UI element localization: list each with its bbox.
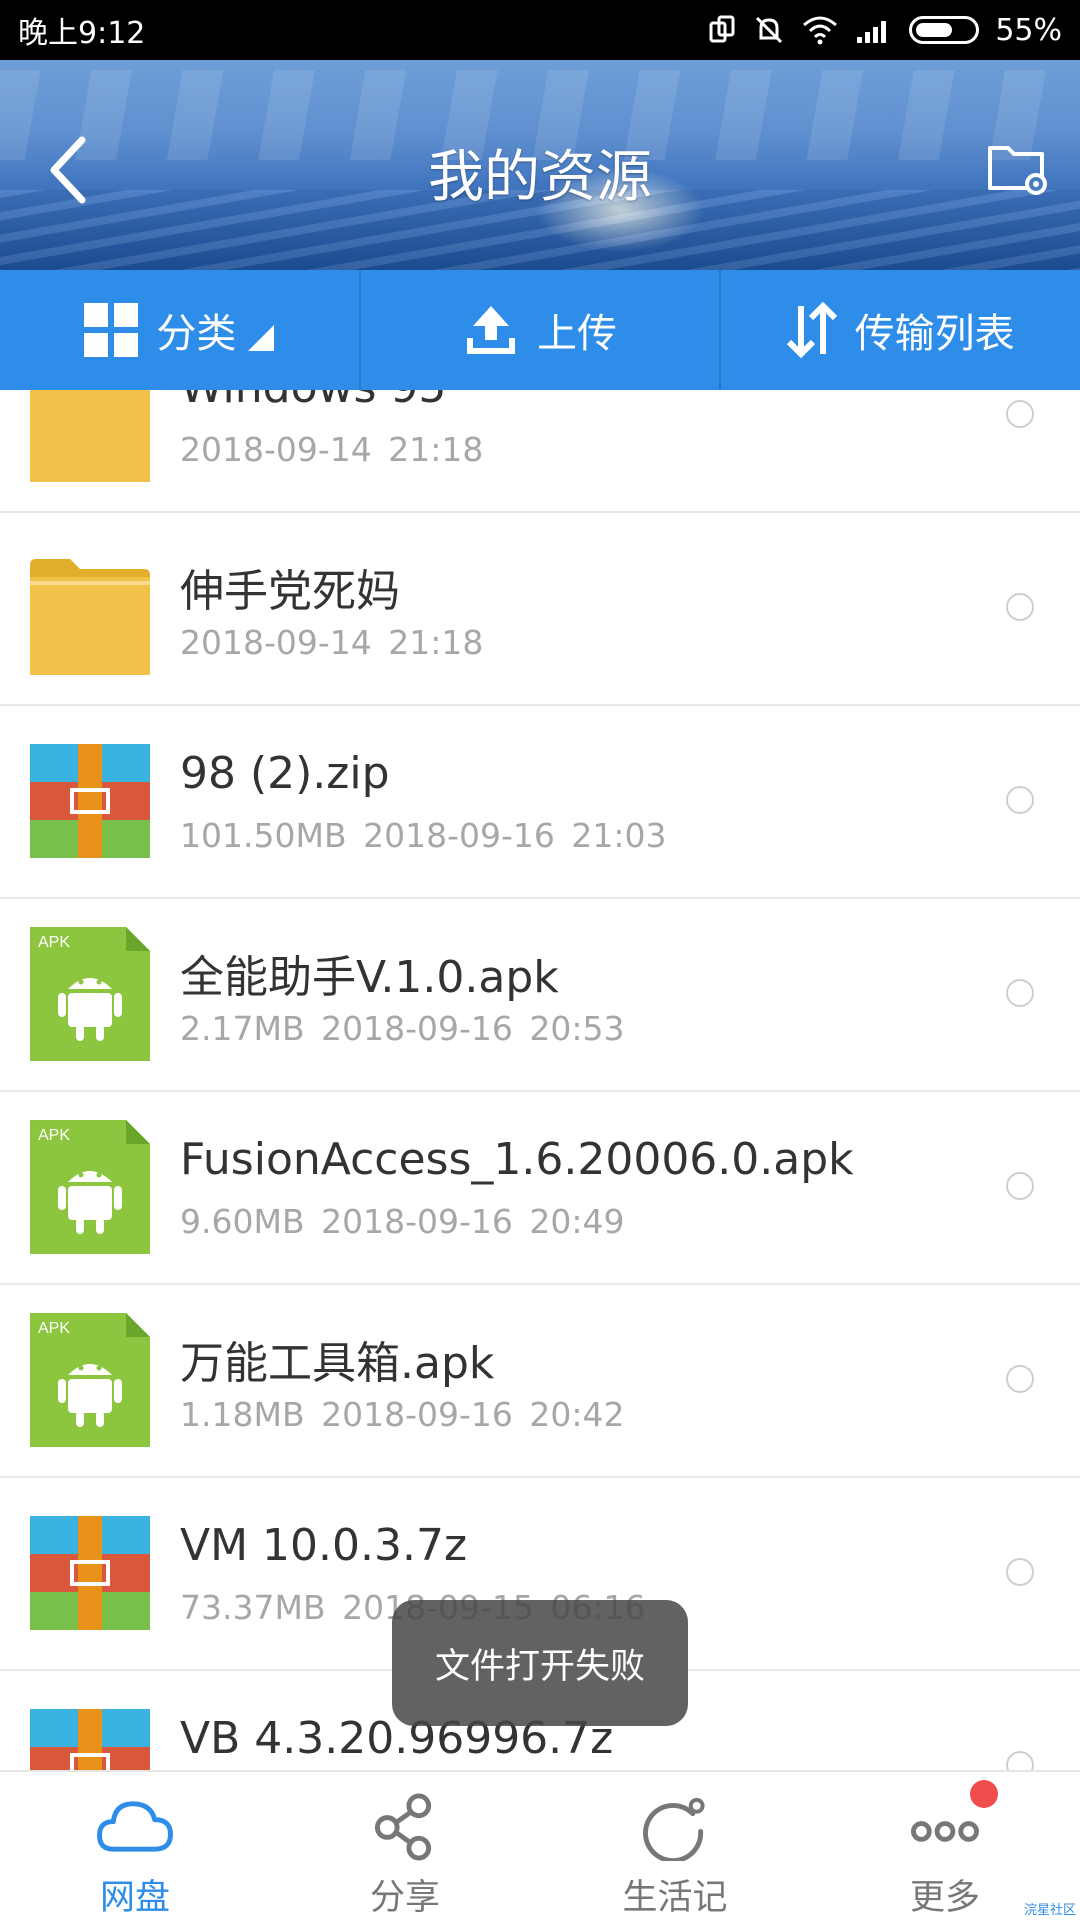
bottom-navigation: 网盘 分享 生活记 更多 浣星社区 bbox=[0, 1770, 1080, 1920]
dropdown-triangle-icon bbox=[248, 325, 275, 351]
grid-icon bbox=[84, 303, 139, 357]
list-item[interactable]: 伸手党死妈 2018-09-14 21:18 bbox=[0, 513, 1080, 706]
transfer-arrows-icon bbox=[786, 302, 837, 358]
file-meta: 2018-09-14 21:18 bbox=[180, 430, 484, 469]
file-list: Windows 95 2018-09-14 21:18 伸手党死妈 2018-0… bbox=[0, 390, 1080, 1770]
share-icon bbox=[374, 1793, 432, 1861]
select-radio[interactable] bbox=[1006, 593, 1034, 621]
apk-icon: APK bbox=[30, 1313, 150, 1447]
status-icons: 55% bbox=[707, 13, 1062, 48]
folder-icon bbox=[30, 559, 150, 675]
nav-label: 网盘 bbox=[99, 1878, 170, 1918]
file-name: 万能工具箱.apk bbox=[180, 1338, 495, 1389]
action-toolbar: 分类 上传 传输列表 bbox=[0, 270, 1080, 390]
folder-icon bbox=[30, 390, 150, 482]
apk-icon: APK bbox=[30, 1120, 150, 1254]
nav-label: 分享 bbox=[369, 1878, 440, 1918]
nav-item-share[interactable]: 分享 bbox=[270, 1772, 540, 1920]
list-item[interactable]: APK 全能助手V.1.0.apk 2.17MB 2018-09-16 20:5… bbox=[0, 899, 1080, 1092]
file-name: 98 (2).zip bbox=[180, 748, 390, 799]
nav-item-more[interactable]: 更多 bbox=[810, 1772, 1080, 1920]
file-name: FusionAccess_1.6.20006.0.apk bbox=[180, 1134, 854, 1185]
toast-message: 文件打开失败 bbox=[392, 1600, 688, 1726]
file-name: Windows 95 bbox=[180, 390, 446, 413]
wifi-icon bbox=[803, 16, 838, 45]
file-name: 伸手党死妈 bbox=[180, 566, 400, 617]
file-meta: 1.18MB 2018-09-16 20:42 bbox=[180, 1395, 625, 1434]
transfer-list-label: 传输列表 bbox=[854, 311, 1015, 357]
status-time: 晚上9:12 bbox=[18, 16, 146, 51]
nav-item-cloud-drive[interactable]: 网盘 bbox=[0, 1772, 270, 1920]
list-item[interactable]: 98 (2).zip 101.50MB 2018-09-16 21:03 bbox=[0, 706, 1080, 899]
header: 我的资源 bbox=[0, 60, 1080, 270]
battery-percentage: 55% bbox=[995, 12, 1062, 48]
select-radio[interactable] bbox=[1006, 1365, 1034, 1393]
file-name: 全能助手V.1.0.apk bbox=[180, 952, 559, 1003]
category-label: 分类 bbox=[156, 311, 237, 357]
file-meta: 2018-09-14 21:18 bbox=[180, 623, 484, 662]
file-name: VM 10.0.3.7z bbox=[180, 1520, 468, 1571]
archive-icon bbox=[30, 1709, 150, 1770]
mute-bell-icon bbox=[756, 16, 783, 44]
select-radio[interactable] bbox=[1006, 979, 1034, 1007]
nav-label: 生活记 bbox=[622, 1878, 728, 1918]
nav-label: 更多 bbox=[909, 1878, 980, 1918]
cloud-icon bbox=[97, 1801, 173, 1852]
transfer-list-button[interactable]: 传输列表 bbox=[721, 270, 1080, 390]
nav-item-life-record[interactable]: 生活记 bbox=[540, 1772, 810, 1920]
file-meta: 2.17MB 2018-09-16 20:53 bbox=[180, 1009, 625, 1048]
svg-text:APK: APK bbox=[38, 1320, 70, 1337]
svg-text:APK: APK bbox=[38, 934, 70, 951]
upload-label: 上传 bbox=[537, 311, 617, 357]
life-icon bbox=[643, 1797, 705, 1861]
watermark: 浣星社区 bbox=[1023, 1903, 1076, 1918]
folder-settings-icon[interactable] bbox=[986, 136, 1052, 200]
list-item[interactable]: Windows 95 2018-09-14 21:18 bbox=[0, 390, 1080, 513]
rotate-lock-icon bbox=[709, 15, 735, 43]
upload-icon bbox=[467, 306, 515, 354]
status-bar: 晚上9:12 55% bbox=[0, 0, 1080, 60]
list-item[interactable]: APK FusionAccess_1.6.20006.0.apk 9.60MB … bbox=[0, 1092, 1080, 1285]
file-meta: 101.50MB 2018-09-16 21:03 bbox=[180, 816, 667, 855]
page-title: 我的资源 bbox=[428, 145, 652, 210]
battery-icon bbox=[909, 16, 980, 44]
select-radio[interactable] bbox=[1006, 1558, 1034, 1586]
apk-icon: APK bbox=[30, 927, 150, 1061]
archive-icon bbox=[30, 1516, 150, 1630]
select-radio[interactable] bbox=[1006, 786, 1034, 814]
svg-text:APK: APK bbox=[38, 1127, 70, 1144]
archive-icon bbox=[30, 744, 150, 858]
signal-icon bbox=[857, 21, 887, 43]
file-meta: 9.60MB 2018-09-16 20:49 bbox=[180, 1202, 625, 1241]
select-radio[interactable] bbox=[1006, 1751, 1034, 1770]
notification-badge bbox=[970, 1780, 998, 1808]
list-item[interactable]: APK 万能工具箱.apk 1.18MB 2018-09-16 20:42 bbox=[0, 1285, 1080, 1478]
category-button[interactable]: 分类 bbox=[0, 270, 361, 390]
select-radio[interactable] bbox=[1006, 1172, 1034, 1200]
upload-button[interactable]: 上传 bbox=[361, 270, 722, 390]
select-radio[interactable] bbox=[1006, 400, 1034, 428]
